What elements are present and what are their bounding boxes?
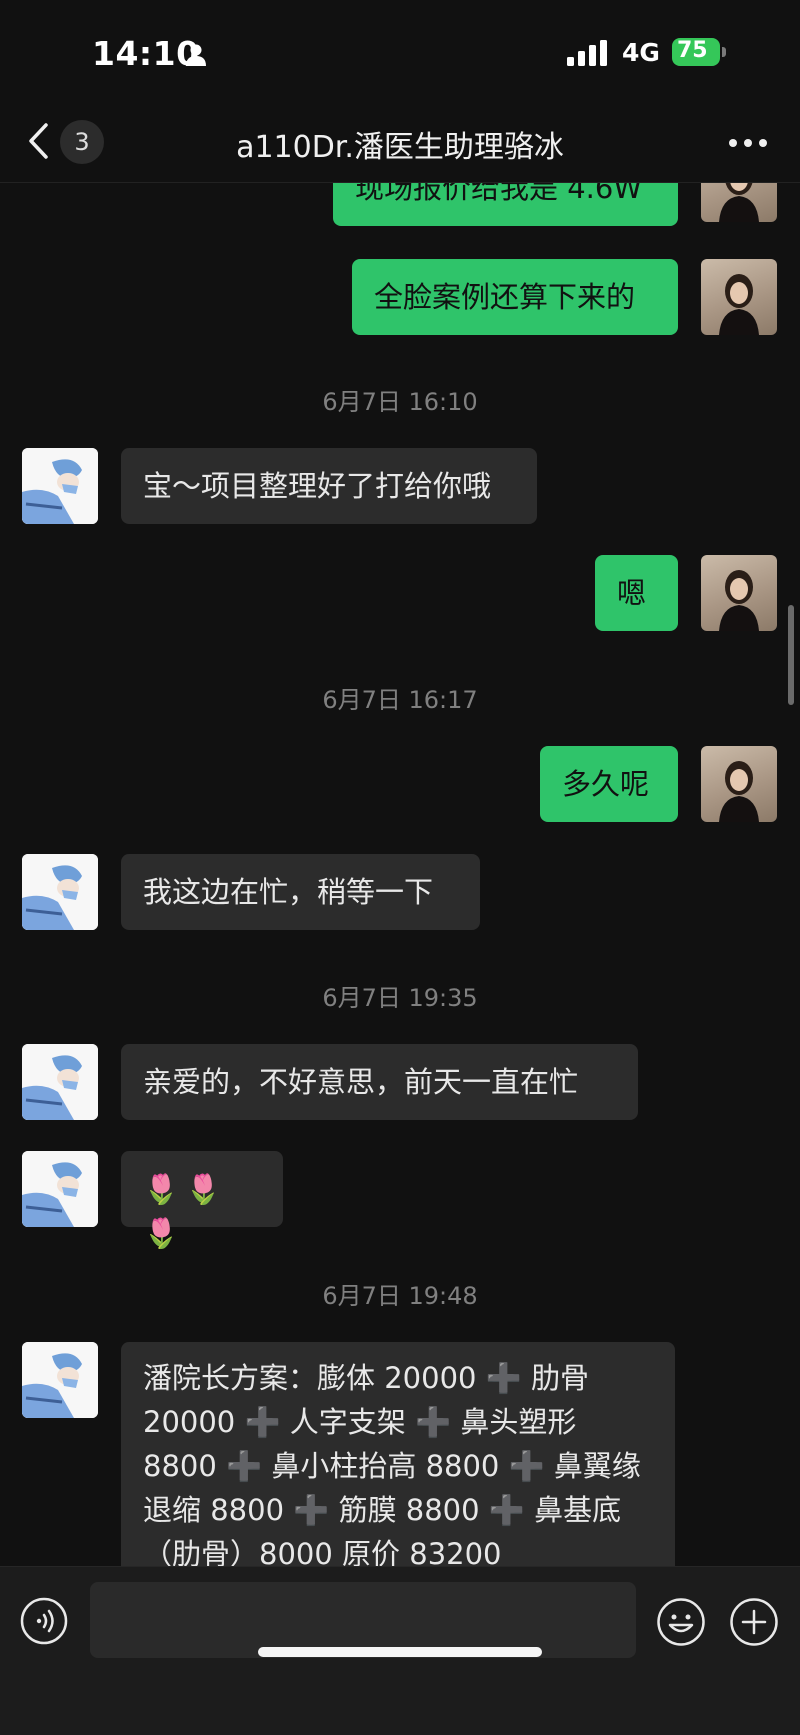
message-bubble[interactable]: 全脸案例还算下来的 bbox=[352, 259, 678, 335]
message-line: （肋骨）8000 原价 83200 bbox=[143, 1537, 502, 1566]
message-bubble[interactable]: 🌷🌷🌷 bbox=[121, 1151, 283, 1250]
avatar[interactable] bbox=[701, 182, 777, 222]
doctor-avatar-icon bbox=[22, 448, 98, 524]
voice-icon[interactable] bbox=[20, 1597, 68, 1645]
doctor-avatar-icon bbox=[22, 854, 98, 930]
timestamp: 6月7日 16:17 bbox=[322, 686, 478, 714]
message-bubble[interactable]: 现场报价给我是 4.6W bbox=[333, 182, 678, 226]
plus-icon[interactable] bbox=[729, 1597, 779, 1647]
avatar[interactable] bbox=[22, 1044, 98, 1120]
signal-icon bbox=[567, 40, 607, 66]
message-bubble[interactable]: 潘院长方案：膨体 20000 ➕ 肋骨 20000 ➕ 人字支架 ➕ 鼻头塑形 … bbox=[121, 1342, 675, 1566]
emoji-icon[interactable] bbox=[656, 1597, 706, 1647]
status-time: 14:10 bbox=[92, 34, 200, 73]
message-bubble[interactable]: 我这边在忙，稍等一下 bbox=[121, 854, 480, 930]
battery-cap bbox=[722, 47, 726, 57]
doctor-avatar-icon bbox=[22, 1044, 98, 1120]
scrollbar[interactable] bbox=[788, 605, 794, 705]
chat-area[interactable]: 现场报价给我是 4.6W 全脸案例还算下来的 6月7日 16:10 宝～项目整理… bbox=[0, 182, 800, 1566]
message-line: 20000 ➕ 人字支架 ➕ 鼻头塑形 bbox=[143, 1405, 577, 1439]
message-line: 退缩 8800 ➕ 筋膜 8800 ➕ 鼻基底 bbox=[143, 1493, 622, 1527]
chat-title: a110Dr.潘医生助理骆冰 bbox=[236, 130, 564, 165]
home-indicator[interactable] bbox=[258, 1647, 542, 1657]
user-photo bbox=[719, 182, 759, 222]
message-bubble[interactable]: 亲爱的，不好意思，前天一直在忙 bbox=[121, 1044, 638, 1120]
more-icon[interactable] bbox=[728, 138, 768, 148]
message-bubble[interactable]: 嗯 bbox=[595, 555, 678, 631]
avatar[interactable] bbox=[701, 746, 777, 822]
avatar[interactable] bbox=[22, 1342, 98, 1418]
avatar[interactable] bbox=[701, 259, 777, 335]
timestamp: 6月7日 19:35 bbox=[322, 984, 478, 1012]
user-photo bbox=[719, 570, 759, 631]
status-bar: 14:10 4G 75 bbox=[0, 0, 800, 100]
avatar[interactable] bbox=[22, 854, 98, 930]
message-line: 8800 ➕ 鼻小柱抬高 8800 ➕ 鼻翼缘 bbox=[143, 1449, 641, 1483]
message-bubble[interactable]: 宝～项目整理好了打给你哦 bbox=[121, 448, 537, 524]
avatar[interactable] bbox=[701, 555, 777, 631]
doctor-avatar-icon bbox=[22, 1342, 98, 1418]
timestamp: 6月7日 19:48 bbox=[322, 1282, 478, 1310]
message-line: 潘院长方案：膨体 20000 ➕ 肋骨 bbox=[143, 1361, 590, 1395]
user-photo bbox=[719, 761, 759, 822]
avatar[interactable] bbox=[22, 448, 98, 524]
battery-icon: 75 bbox=[672, 38, 720, 66]
avatar[interactable] bbox=[22, 1151, 98, 1227]
message-bubble[interactable]: 多久呢 bbox=[540, 746, 678, 822]
nav-bar: 3 a110Dr.潘医生助理骆冰 bbox=[0, 100, 800, 183]
battery-level: 75 bbox=[677, 38, 708, 63]
doctor-avatar-icon bbox=[22, 1151, 98, 1227]
network-type: 4G bbox=[622, 38, 660, 67]
person-icon bbox=[186, 44, 206, 66]
timestamp: 6月7日 16:10 bbox=[322, 388, 478, 416]
user-photo bbox=[719, 274, 759, 335]
